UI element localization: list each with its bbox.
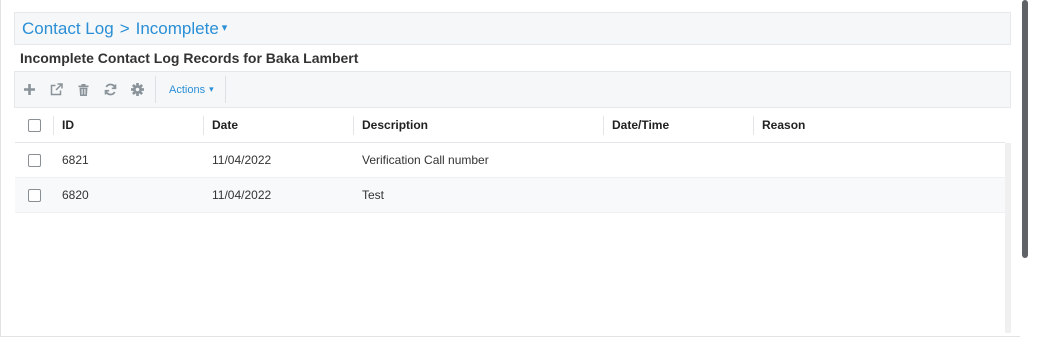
column-header-reason[interactable]: Reason [753,108,1005,143]
gear-icon[interactable] [124,72,151,108]
actions-dropdown-button[interactable]: Actions ▾ [164,75,220,105]
breadcrumb-current-dropdown[interactable]: Incomplete [136,19,219,39]
grid-body: 6821 11/04/2022 Verification Call number… [15,143,1005,213]
trash-icon[interactable] [70,72,97,108]
cell-description: Verification Call number [362,153,489,167]
actions-label: Actions [169,83,206,96]
cell-description: Test [362,188,385,202]
cell-reason [753,178,1005,213]
column-header-description[interactable]: Description [353,108,603,143]
column-header-id[interactable]: ID [53,108,203,143]
row-select-cell [15,178,53,213]
select-all-checkbox[interactable] [27,118,41,132]
toolbar: Actions ▾ [14,71,1011,108]
cell-date: 11/04/2022 [212,153,272,167]
breadcrumb-section-link[interactable]: Contact Log [22,19,114,39]
cell-reason [753,143,1005,178]
grid-header: ID Date Description Date/Time Reason [15,108,1005,143]
cell-id: 6821 [62,153,89,167]
column-header-date[interactable]: Date [203,108,353,143]
external-link-icon[interactable] [43,72,70,108]
cell-datetime [603,178,753,213]
row-select-cell [15,143,53,178]
row-checkbox[interactable] [27,188,41,202]
page-scrollbar[interactable] [1022,0,1028,258]
breadcrumb: Contact Log > Incomplete ▾ [14,12,1011,45]
select-all-cell [15,108,53,143]
cell-datetime [603,143,753,178]
cell-date: 11/04/2022 [212,188,272,202]
column-header-datetime[interactable]: Date/Time [603,108,753,143]
plus-icon[interactable] [16,72,43,108]
breadcrumb-separator: > [119,18,130,38]
chevron-down-icon[interactable]: ▾ [222,21,228,34]
row-checkbox[interactable] [27,153,41,167]
refresh-icon[interactable] [97,72,124,108]
cell-id: 6820 [62,188,89,202]
chevron-down-icon: ▾ [209,84,214,94]
grid-scrollbar[interactable] [1005,143,1011,333]
table-row[interactable]: 6820 11/04/2022 Test [15,178,1005,213]
toolbar-divider [155,76,156,103]
page-title: Incomplete Contact Log Records for Baka … [20,50,359,66]
table-row[interactable]: 6821 11/04/2022 Verification Call number [15,143,1005,178]
toolbar-divider [224,76,226,103]
